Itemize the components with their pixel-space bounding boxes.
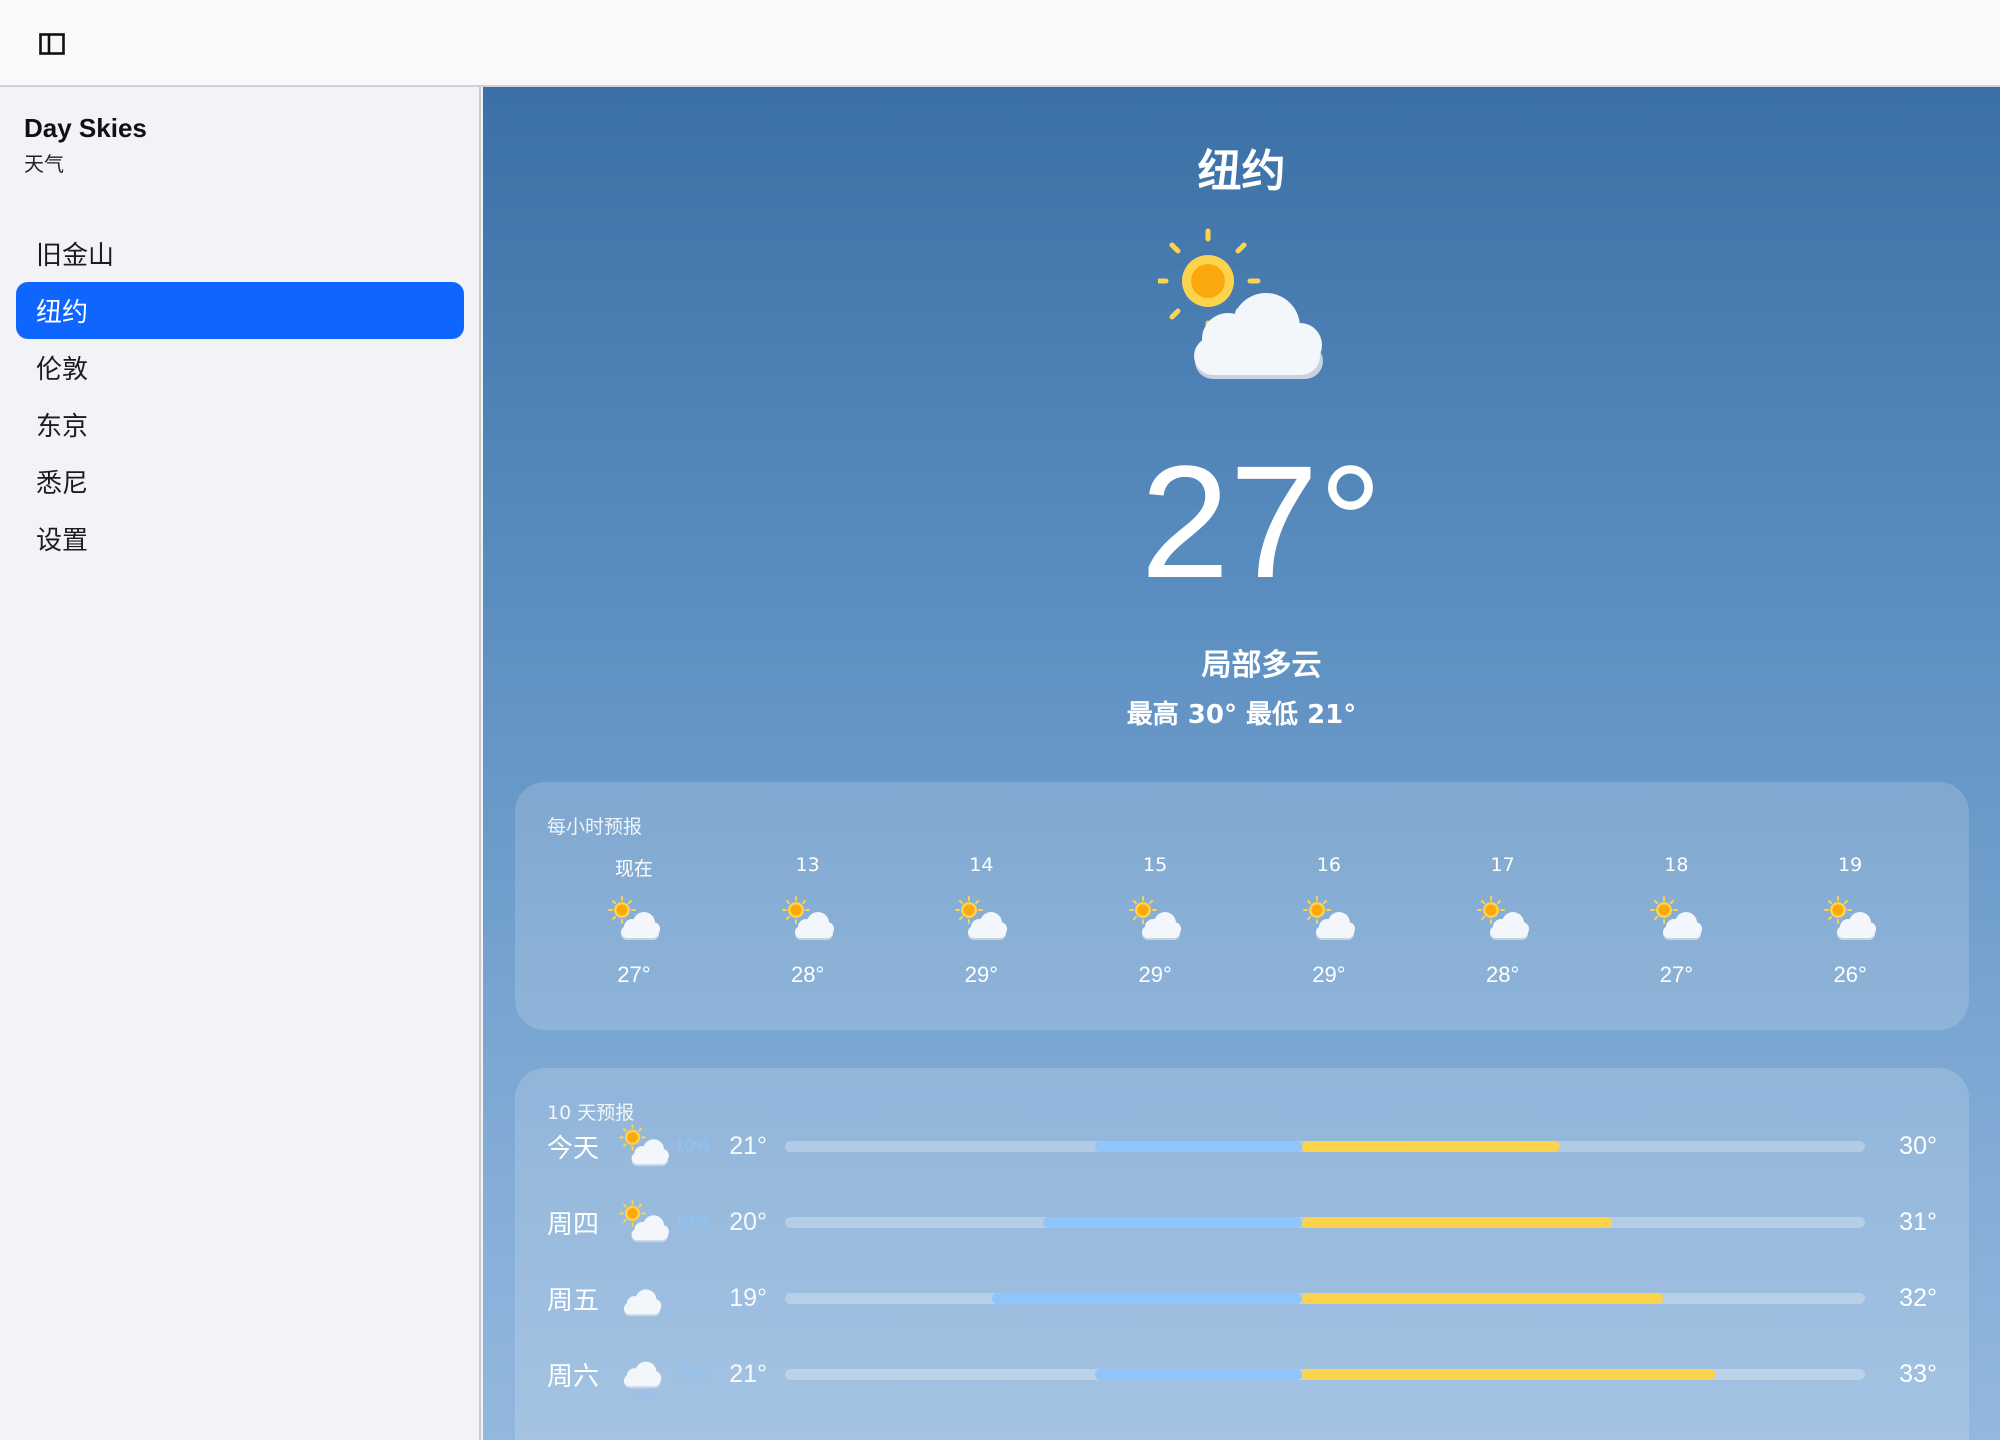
daily-forecast-card: 10 天预报 今天 10% 21° 30° 周四 10% 20° 31° 周五 … <box>515 1068 1969 1440</box>
current-condition: 局部多云 <box>1201 648 1322 683</box>
hourly-item: 14 29° <box>895 854 1069 988</box>
hour-temperature: 28° <box>790 962 825 987</box>
sidebar-item-label: 旧金山 <box>36 241 115 271</box>
hour-temperature: 28° <box>1485 962 1520 987</box>
sidebar-item-0[interactable]: 旧金山 <box>16 225 464 282</box>
rain-icon <box>619 1352 675 1396</box>
day-name: 周六 <box>547 1361 600 1392</box>
hourly-item: 16 29° <box>1242 854 1416 988</box>
hour-temperature: 26° <box>1833 962 1867 987</box>
hourly-item: 19 26° <box>1763 854 1937 988</box>
high-low-temperature: 最高 30° 最低 21° <box>1126 700 1357 730</box>
hourly-forecast-card: 每小时预报 现在 27° 13 28° 14 29° 15 29° 16 29°… <box>515 782 1969 1030</box>
partly-cloudy-icon <box>607 896 660 950</box>
day-name: 周五 <box>547 1285 600 1316</box>
temperature-range-warm <box>1301 1140 1560 1152</box>
daily-forecast-row: 周六 70% 21° 33° <box>547 1352 1937 1396</box>
day-name: 今天 <box>547 1133 600 1164</box>
sidebar-item-label: 设置 <box>36 526 89 556</box>
partly-cloudy-icon <box>1302 896 1355 950</box>
precipitation-chance: 10% <box>674 1211 711 1232</box>
hour-time: 18 <box>1664 854 1689 876</box>
sidebar-item-5[interactable]: 设置 <box>16 510 464 567</box>
temperature-range-cool <box>991 1292 1302 1304</box>
temperature-range-bar <box>784 1292 1866 1304</box>
partly-cloudy-icon <box>618 1200 675 1244</box>
temperature-range-cool <box>1094 1368 1302 1380</box>
hourly-forecast-title: 每小时预报 <box>547 816 643 838</box>
temperature-range-cool <box>1094 1140 1302 1152</box>
day-name: 周四 <box>547 1209 600 1240</box>
sidebar-item-label: 伦敦 <box>36 355 89 385</box>
daily-forecast-row: 周四 10% 20° 31° <box>547 1200 1937 1244</box>
hour-time: 14 <box>969 854 994 876</box>
hour-temperature: 27° <box>1659 962 1694 987</box>
city-name: 纽约 <box>1197 146 1286 197</box>
partly-cloudy-icon <box>955 896 1008 950</box>
hour-temperature: 29° <box>1312 962 1346 987</box>
partly-cloudy-icon <box>1650 896 1703 950</box>
hour-time: 15 <box>1143 854 1168 876</box>
day-low-temperature: 21° <box>729 1359 768 1388</box>
weather-main-panel: 纽约 27° 局部多云 最高 30° 最低 21° 每小时预报 现在 27° 1… <box>483 87 2000 1440</box>
hour-time: 17 <box>1490 854 1515 876</box>
temperature-range-bar <box>784 1368 1866 1380</box>
sidebar-toggle-button[interactable] <box>36 30 68 58</box>
day-high-temperature: 30° <box>1899 1131 1937 1160</box>
daily-forecast-row: 周五 19° 32° <box>547 1278 1937 1318</box>
day-high-temperature: 33° <box>1899 1359 1937 1388</box>
sidebar-item-2[interactable]: 伦敦 <box>16 339 464 396</box>
day-low-temperature: 19° <box>729 1283 768 1312</box>
hour-temperature: 29° <box>964 962 999 987</box>
cloudy-icon <box>619 1276 675 1320</box>
hourly-item: 17 28° <box>1416 854 1590 988</box>
hour-temperature: 29° <box>1138 962 1172 987</box>
day-high-temperature: 31° <box>1899 1207 1937 1236</box>
precipitation-chance: 70% <box>674 1363 711 1384</box>
hour-time: 16 <box>1316 854 1341 876</box>
day-low-temperature: 21° <box>729 1131 768 1160</box>
partly-cloudy-icon <box>618 1124 675 1168</box>
day-low-temperature: 20° <box>729 1207 768 1236</box>
sidebar-item-3[interactable]: 东京 <box>16 396 464 453</box>
hourly-item: 18 27° <box>1590 854 1764 988</box>
sidebar-item-label: 悉尼 <box>36 469 89 499</box>
hour-time: 19 <box>1838 854 1863 876</box>
hourly-forecast-list: 现在 27° 13 28° 14 29° 15 29° 16 29° 17 28… <box>547 854 1937 988</box>
partly-cloudy-icon <box>1824 896 1877 950</box>
temperature-range-bar <box>784 1216 1866 1228</box>
app-subtitle: 天气 <box>24 152 64 176</box>
sidebar-item-label: 纽约 <box>36 298 89 328</box>
top-toolbar <box>0 0 2000 87</box>
sidebar-toggle-icon <box>39 33 65 55</box>
hourly-item: 15 29° <box>1068 854 1242 988</box>
hour-time: 现在 <box>614 858 653 880</box>
sidebar-item-1[interactable]: 纽约 <box>16 282 464 339</box>
daily-forecast-row: 今天 10% 21° 30° <box>547 1124 1937 1168</box>
daily-forecast-title: 10 天预报 <box>547 1102 635 1124</box>
precipitation-chance: 10% <box>674 1135 711 1156</box>
sidebar: Day Skies 天气 旧金山纽约伦敦东京悉尼设置 <box>0 87 481 1440</box>
current-temperature: 27° <box>1140 432 1383 611</box>
app-title: Day Skies <box>24 113 147 143</box>
temperature-range-warm <box>1301 1292 1664 1304</box>
temperature-range-warm <box>1301 1368 1715 1380</box>
hour-time: 13 <box>795 854 820 876</box>
temperature-range-warm <box>1301 1216 1612 1228</box>
sidebar-item-4[interactable]: 悉尼 <box>16 453 464 510</box>
temperature-range-cool <box>1043 1216 1302 1228</box>
partly-cloudy-icon <box>1129 896 1182 950</box>
sidebar-nav: 旧金山纽约伦敦东京悉尼设置 <box>16 225 464 567</box>
temperature-range-bar <box>784 1140 1866 1152</box>
partly-cloudy-icon <box>781 896 834 950</box>
hourly-item: 13 28° <box>721 854 895 988</box>
sidebar-item-label: 东京 <box>36 412 89 442</box>
partly-cloudy-icon <box>1155 227 1338 412</box>
hourly-item: 现在 27° <box>547 854 721 988</box>
day-high-temperature: 32° <box>1899 1283 1937 1312</box>
partly-cloudy-icon <box>1476 896 1529 950</box>
hour-temperature: 27° <box>617 962 651 987</box>
